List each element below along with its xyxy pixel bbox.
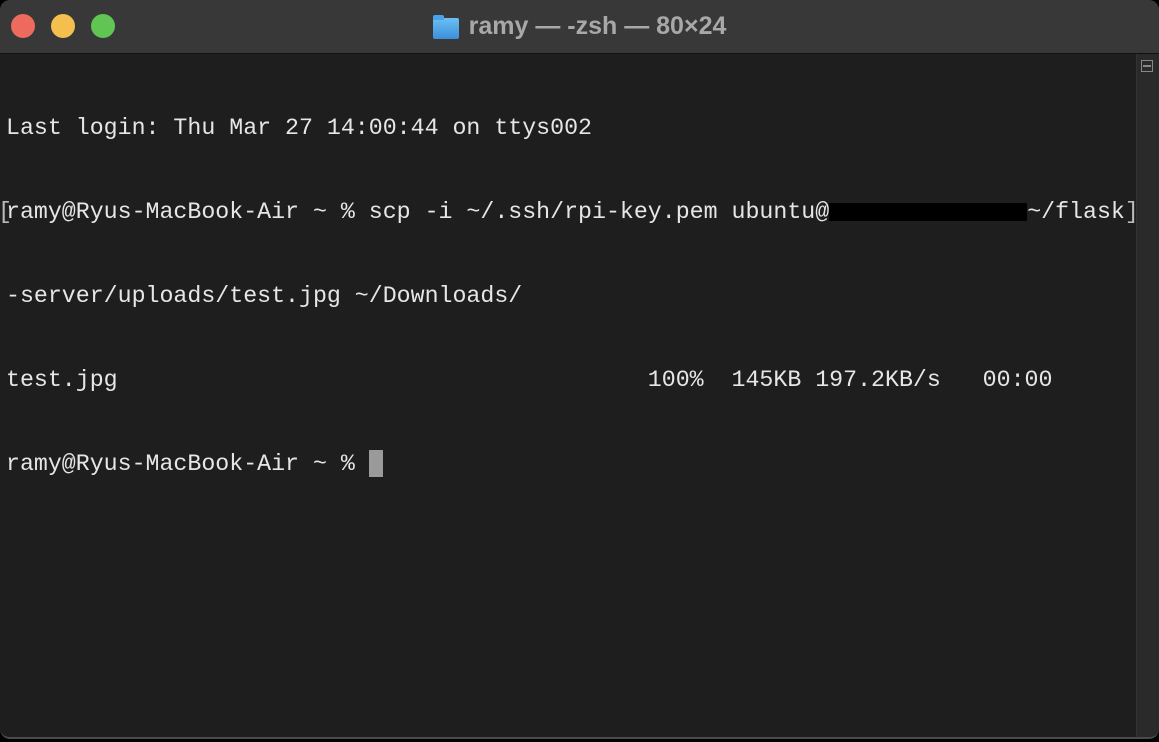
command-text: ramy@Ryus-MacBook-Air ~ % scp -i ~/.ssh/… [6, 199, 830, 225]
terminal-line: test.jpg 100% 145KB 197.2KB/s 00:00 [6, 367, 1053, 393]
prompt: ramy@Ryus-MacBook-Air ~ % [6, 451, 369, 477]
text-cursor [368, 450, 383, 477]
terminal-line: ramy@Ryus-MacBook-Air ~ % [6, 450, 1139, 478]
mark-indicator: ] [1124, 199, 1139, 225]
terminal-line: [ramy@Ryus-MacBook-Air ~ % scp -i ~/.ssh… [0, 198, 1139, 226]
split-pane-icon[interactable] [1141, 60, 1153, 72]
terminal-line: Last login: Thu Mar 27 14:00:44 on ttys0… [6, 115, 592, 141]
scrollbar[interactable] [1136, 54, 1159, 737]
window-title-text: ramy — -zsh — 80×24 [468, 12, 727, 40]
mark-indicator: [ [0, 198, 12, 226]
redacted-host [829, 202, 1028, 221]
folder-icon [432, 14, 459, 39]
window-title: ramy — -zsh — 80×24 [0, 0, 1159, 53]
title-bar: ramy — -zsh — 80×24 [0, 0, 1159, 54]
terminal-line: -server/uploads/test.jpg ~/Downloads/ [6, 283, 523, 309]
terminal-window: ramy — -zsh — 80×24 Last login: Thu Mar … [0, 0, 1159, 739]
command-text: ~/flask [1027, 199, 1125, 225]
terminal-output[interactable]: Last login: Thu Mar 27 14:00:44 on ttys0… [0, 58, 1139, 534]
